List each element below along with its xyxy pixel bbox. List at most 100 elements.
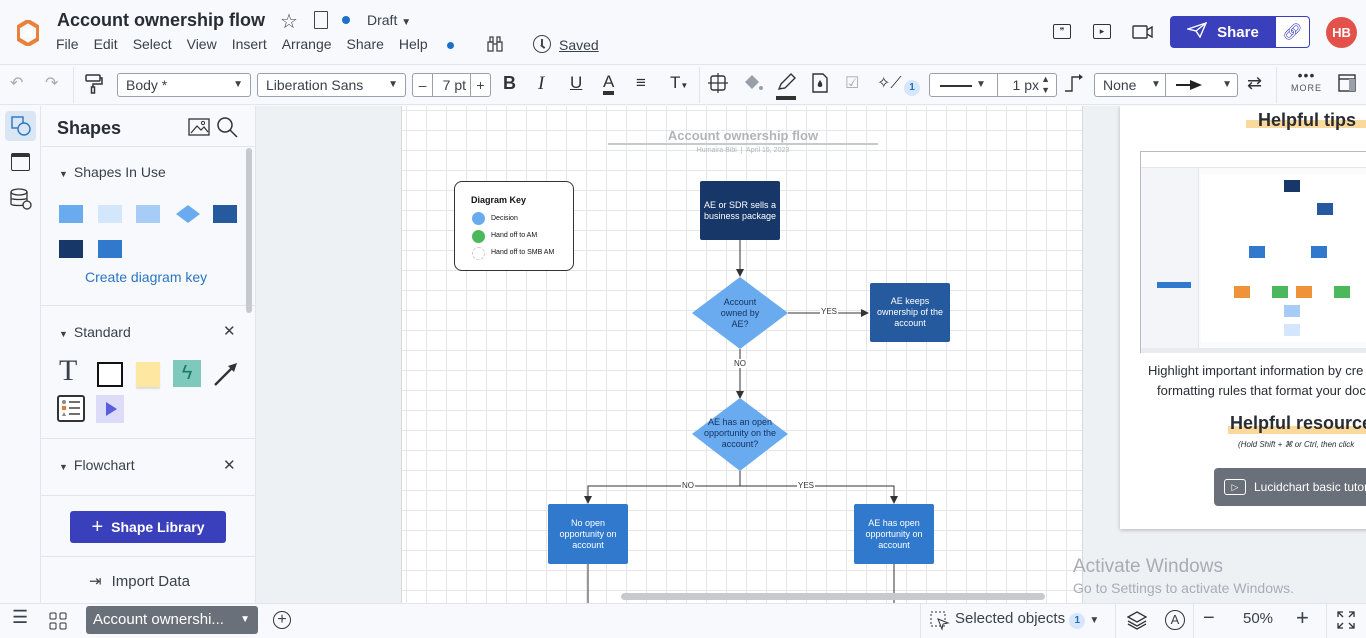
node-no-opp[interactable]: No open opportunity on account	[548, 504, 628, 564]
status-dropdown[interactable]: Draft ▼	[367, 12, 411, 28]
font-size-input[interactable]: 7 pt	[433, 74, 471, 96]
increase-font-button[interactable]: +	[471, 74, 490, 96]
diamond-swatch[interactable]	[175, 203, 201, 230]
decrease-font-button[interactable]: –	[413, 74, 433, 96]
star-icon[interactable]: ☆	[280, 9, 298, 34]
zoom-level[interactable]: 50%	[1243, 610, 1273, 627]
close-icon[interactable]: ✕	[223, 322, 236, 340]
horizontal-scrollbar[interactable]	[621, 593, 1045, 600]
shape-swatch[interactable]	[213, 205, 237, 223]
section-flowchart[interactable]: ▼ Flowchart	[59, 457, 135, 473]
fullscreen-icon[interactable]	[1337, 611, 1355, 634]
line-endpoints-select[interactable]: None ▼ ▼	[1094, 73, 1238, 97]
menu-arrange[interactable]: Arrange	[282, 36, 332, 52]
image-icon[interactable]	[188, 117, 210, 142]
conditional-format-icon[interactable]: ☑︎	[845, 73, 859, 93]
menu-select[interactable]: Select	[133, 36, 172, 52]
copy-link-button[interactable]: 🔗︎	[1276, 16, 1310, 48]
page-grid-icon[interactable]	[49, 612, 67, 635]
shape-swatch[interactable]	[98, 240, 122, 258]
font-family-select[interactable]: Liberation Sans ▼	[257, 73, 406, 97]
document-title[interactable]: Account ownership flow	[57, 10, 265, 31]
node-start[interactable]: AE or SDR sells a business package	[700, 181, 780, 240]
canvas[interactable]: Account ownership flow Humaira Bibi | Ap…	[256, 106, 1366, 603]
add-page-icon[interactable]: +	[273, 611, 291, 629]
binoculars-icon[interactable]	[486, 35, 504, 58]
zoom-in-icon[interactable]: +	[1296, 605, 1309, 631]
list-shape[interactable]	[57, 395, 85, 422]
action-shape[interactable]: ϟ	[173, 360, 201, 387]
rectangle-shape[interactable]	[97, 362, 123, 387]
node-decision1[interactable]: Account owned by AE?	[712, 294, 768, 332]
sticky-note-shape[interactable]	[136, 362, 160, 387]
line-style-select[interactable]: ▼ 1 px ▲ ▼	[929, 73, 1057, 97]
helpful-tips-panel[interactable]: Helpful tips Highlight important informa…	[1120, 106, 1366, 529]
fill-color-icon[interactable]	[742, 73, 764, 98]
node-keeps[interactable]: AE keeps ownership of the account	[870, 283, 950, 342]
menu-file[interactable]: File	[56, 36, 79, 52]
video-shape[interactable]	[96, 395, 124, 423]
section-standard[interactable]: ▼ Standard	[59, 324, 131, 340]
node-has-opp[interactable]: AE has open opportunity on account	[854, 504, 934, 564]
page-tab[interactable]: Account ownershi... ▼	[86, 606, 258, 634]
shape-swatch[interactable]	[59, 205, 83, 223]
tutorial-button[interactable]: ▷ Lucidchart basic tutoria	[1214, 468, 1366, 506]
italic-icon[interactable]: I	[538, 73, 544, 95]
menu-share[interactable]: Share	[347, 36, 384, 52]
undo-icon[interactable]: ↶	[10, 73, 23, 93]
arrow-line-shape[interactable]	[213, 361, 239, 392]
create-diagram-key-link[interactable]: Create diagram key	[85, 269, 207, 285]
comment-icon[interactable]: ❞	[1053, 24, 1071, 39]
selected-objects-dropdown[interactable]: Selected objects 1 ▼	[955, 610, 1099, 629]
underline-icon[interactable]: U	[570, 73, 582, 93]
node-decision2[interactable]: AE has an open opportunity on the accoun…	[700, 410, 780, 456]
clock-icon[interactable]	[533, 35, 551, 53]
user-avatar[interactable]: HB	[1326, 17, 1357, 48]
menu-edit[interactable]: Edit	[94, 36, 118, 52]
zoom-out-icon[interactable]: −	[1203, 607, 1215, 630]
menu-insert[interactable]: Insert	[232, 36, 267, 52]
text-shape[interactable]: T	[59, 356, 77, 386]
frames-icon[interactable]	[11, 153, 30, 171]
shape-swatch[interactable]	[98, 205, 122, 223]
panel-toggle-icon[interactable]	[1337, 73, 1357, 98]
accessibility-icon[interactable]: A	[1165, 610, 1185, 630]
close-icon[interactable]: ✕	[223, 456, 236, 474]
layers-icon[interactable]	[1126, 610, 1148, 635]
more-button[interactable]: ••• MORE	[1291, 68, 1322, 93]
search-icon[interactable]	[216, 116, 238, 143]
stepper-icon[interactable]: ▲ ▼	[1041, 74, 1050, 96]
text-options-icon[interactable]: T▼	[670, 73, 688, 93]
line-start-value[interactable]: None	[1103, 74, 1136, 96]
shapes-panel-toggle[interactable]	[5, 111, 36, 141]
menu-help[interactable]: Help	[399, 36, 469, 52]
font-size-stepper[interactable]: – 7 pt +	[412, 73, 491, 97]
menu-view[interactable]: View	[187, 36, 217, 52]
present-icon[interactable]: ▸	[1093, 24, 1111, 39]
opacity-icon[interactable]	[811, 73, 829, 98]
diagram-page[interactable]: Account ownership flow Humaira Bibi | Ap…	[401, 106, 1083, 603]
shape-swatch[interactable]	[59, 240, 83, 258]
swap-endpoints-icon[interactable]: ⇄	[1247, 73, 1262, 94]
section-shapes-in-use[interactable]: ▼ Shapes In Use	[59, 164, 166, 180]
page-list-icon[interactable]: ☰	[12, 607, 28, 628]
line-end-select[interactable]: ▼	[1165, 74, 1238, 96]
redo-icon[interactable]: ↷	[45, 73, 58, 93]
connector-style-icon[interactable]	[1064, 73, 1084, 98]
line-color-icon[interactable]	[776, 73, 796, 100]
saved-status-link[interactable]: Saved	[559, 37, 599, 53]
panel-scrollbar[interactable]	[246, 148, 252, 313]
position-icon[interactable]	[708, 73, 728, 98]
document-icon[interactable]	[314, 11, 328, 29]
shape-library-button[interactable]: + Shape Library	[70, 511, 226, 543]
data-icon[interactable]	[10, 188, 32, 215]
text-color-icon[interactable]: A	[603, 73, 615, 95]
chevron-down-icon[interactable]: ▼	[240, 606, 250, 634]
import-data-button[interactable]: ⇥ Import Data	[89, 572, 190, 590]
video-icon[interactable]	[1132, 25, 1154, 44]
share-button[interactable]: Share	[1170, 16, 1276, 48]
align-icon[interactable]: ≡	[636, 73, 646, 93]
format-painter-icon[interactable]	[84, 73, 104, 100]
text-style-select[interactable]: Body * ▼	[117, 73, 251, 97]
bold-icon[interactable]: B	[503, 73, 516, 94]
